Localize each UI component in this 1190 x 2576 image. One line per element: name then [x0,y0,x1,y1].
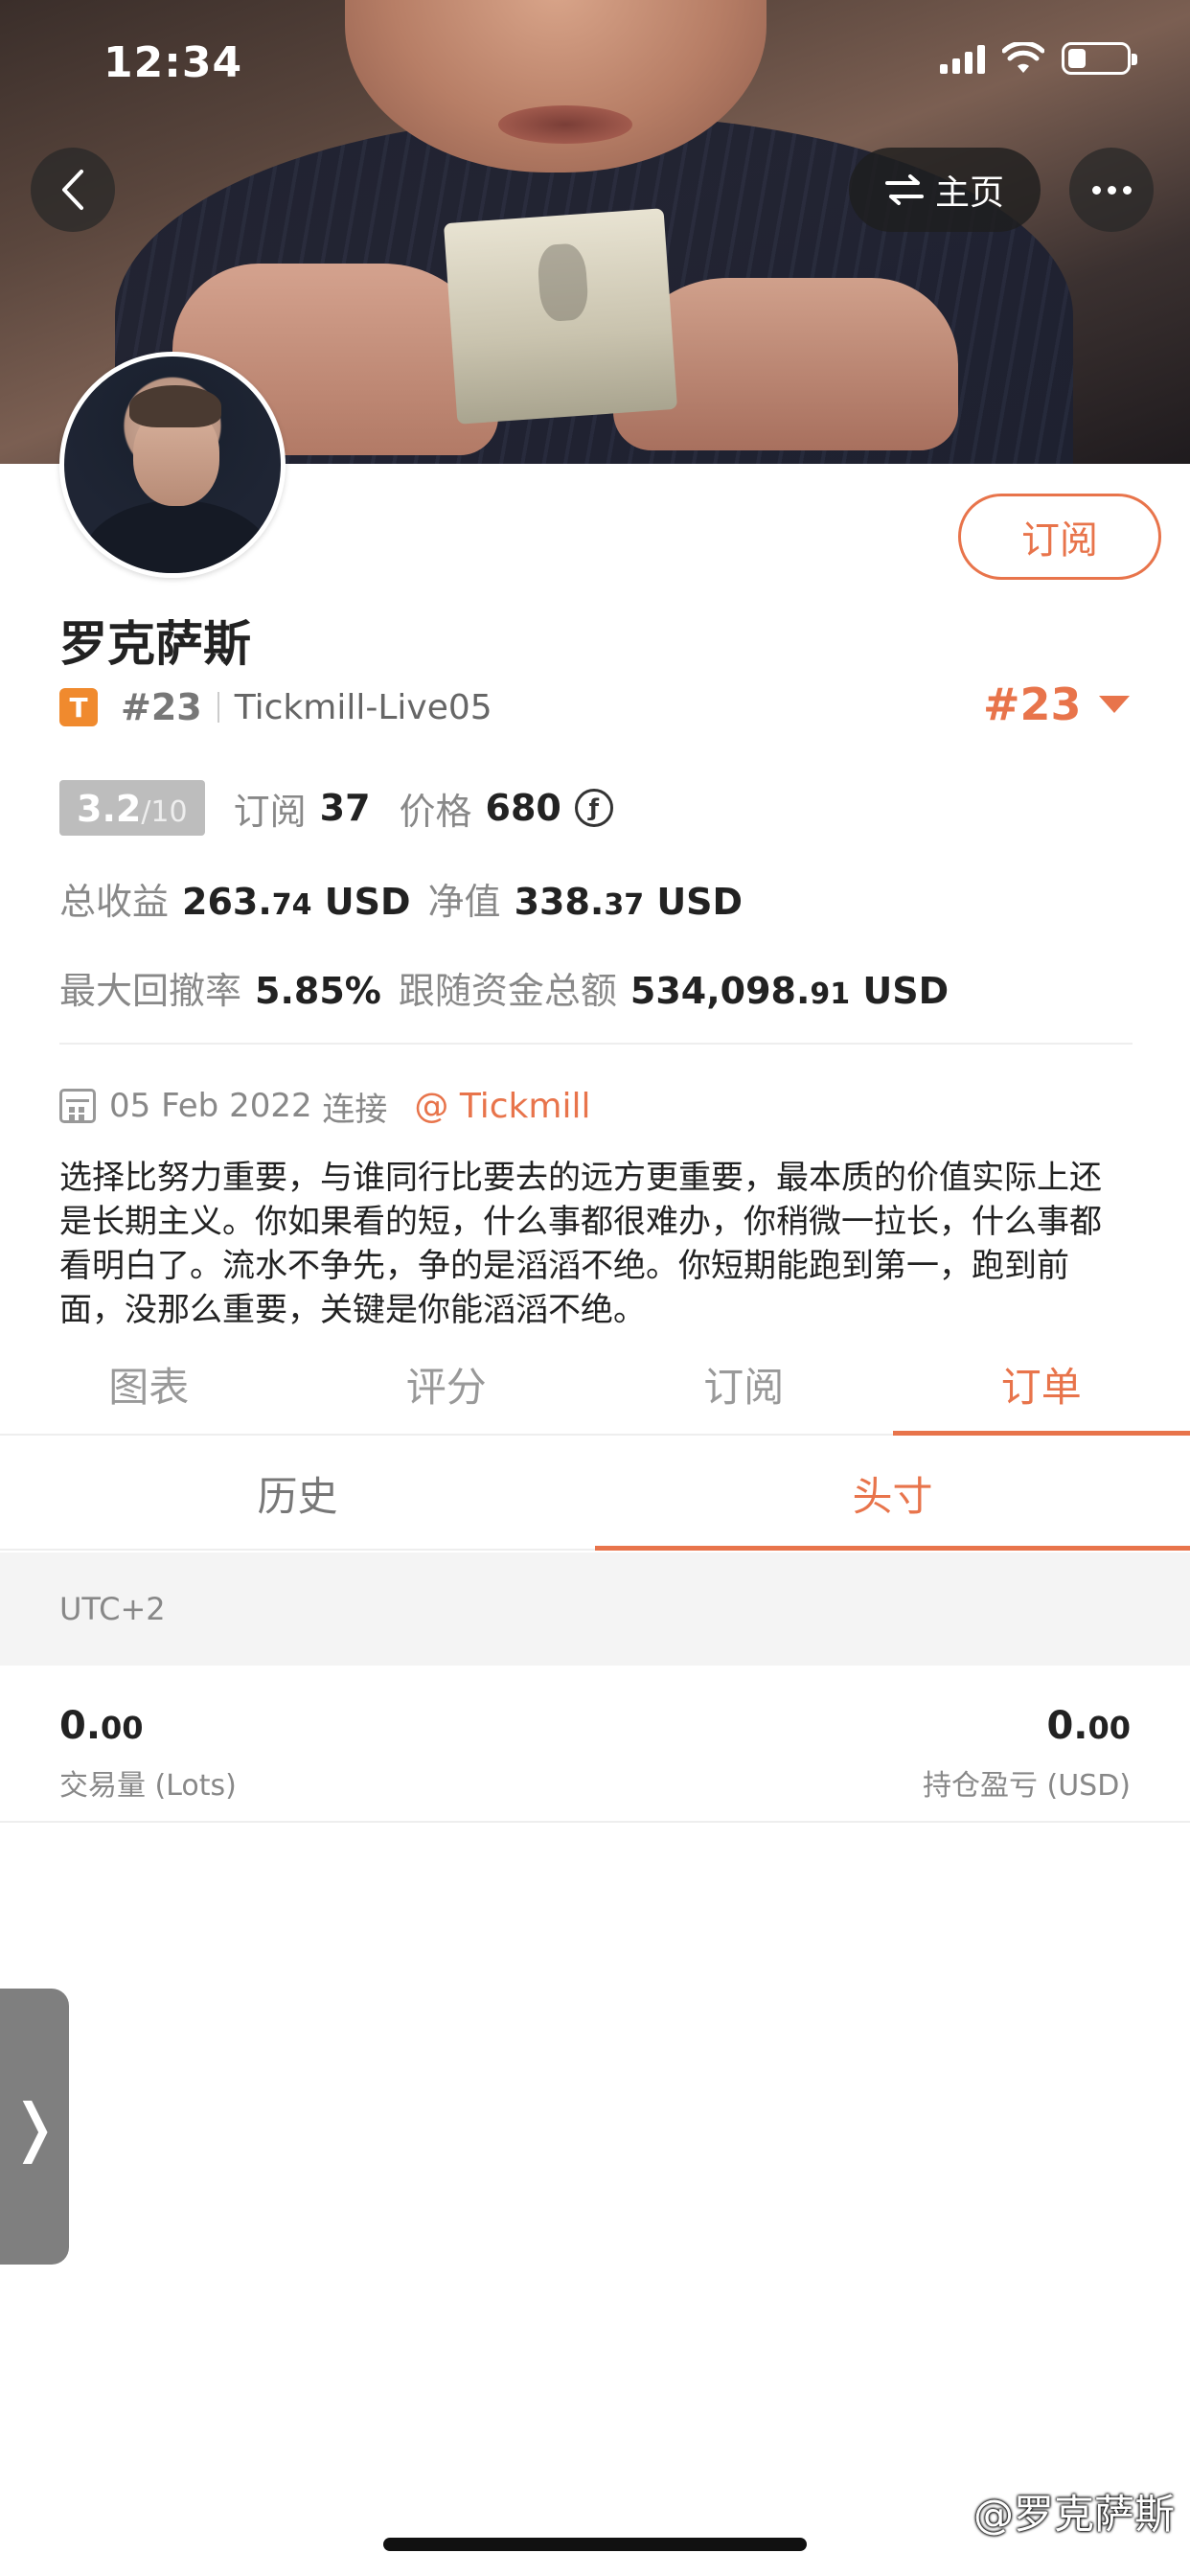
price-label: 价格 [399,790,472,833]
pnl-value: 0.00 [1046,1704,1131,1748]
caret-down-icon [1098,696,1130,713]
account-server: Tickmill-Live05 [234,687,492,727]
tab-chart[interactable]: 图表 [0,1334,298,1434]
broker-link[interactable]: @ Tickmill [414,1087,590,1126]
profile-name: 罗克萨斯 [59,616,251,672]
cover-mouth-shape [498,105,632,144]
avatar[interactable] [59,352,286,578]
subtab-history[interactable]: 历史 [0,1438,595,1549]
home-label: 主页 [934,173,1004,213]
score-denominator: /10 [141,795,188,829]
battery-icon [1062,42,1137,75]
total-profit-value: 263.74 USD [182,881,411,923]
subscribe-button[interactable]: 订阅 [958,494,1161,580]
stats-row-1: 3.2 /10 订阅 37 价格 680 ƒ [59,780,613,836]
back-button[interactable] [31,148,115,232]
score-badge: 3.2 /10 [59,780,205,836]
score-value: 3.2 [77,788,142,830]
tab-subscriptions[interactable]: 订阅 [595,1334,893,1434]
connection-date: 05 Feb 2022 [109,1087,312,1125]
subscribe-count-label: 订阅 [233,790,307,833]
connection-row: 05 Feb 2022 连接 @ Tickmill [59,1083,590,1129]
timezone-label: UTC+2 [59,1591,166,1627]
volume-summary: 0.00 交易量 (Lots) [59,1704,237,1804]
profile-bio: 选择比努力重要，与谁同行比要去的远方更重要，最本质的价值实际上还是长期主义。你如… [59,1159,1102,1329]
net-value: 338.37 USD [514,881,744,923]
status-time: 12:34 [103,38,243,87]
rank-small: #23 [121,686,202,728]
price-value: 680 [485,787,561,829]
max-drawdown-value: 5.85% [255,970,381,1012]
volume-label: 交易量 (Lots) [59,1769,237,1803]
status-icons [940,42,1137,75]
positions-summary: 0.00 交易量 (Lots) 0.00 持仓盈亏 (USD) [0,1666,1190,1823]
net-value-label: 净值 [427,881,501,923]
trader-badge-icon: T [59,688,98,726]
max-drawdown-label: 最大回撤率 [59,970,242,1012]
rank-dropdown[interactable]: #23 [983,678,1130,730]
tab-orders[interactable]: 订单 [892,1334,1190,1436]
coin-icon: ƒ [574,789,613,827]
side-drawer-handle[interactable]: ❭ [0,1989,69,2265]
wifi-icon [1002,42,1044,73]
profile-meta-row: T #23 Tickmill-Live05 [59,684,492,730]
tab-rating[interactable]: 评分 [298,1334,596,1434]
chevron-left-icon [62,170,83,210]
connection-label: 连接 [322,1090,388,1129]
swap-arrows-icon [884,174,924,205]
calendar-icon [59,1089,96,1123]
order-subtabs: 历史 头寸 [0,1438,1190,1551]
more-dots-icon [1091,185,1101,195]
main-tabs: 图表 评分 订阅 订单 [0,1334,1190,1436]
subscribe-count: 37 [319,787,371,829]
meta-divider [217,692,219,723]
rank-large: #23 [983,678,1082,730]
chevron-right-icon: ❭ [8,2089,61,2164]
more-options-button[interactable] [1069,148,1154,232]
switch-home-button[interactable]: 主页 [849,148,1041,232]
home-indicator[interactable] [383,2538,807,2551]
pnl-summary: 0.00 持仓盈亏 (USD) [923,1704,1131,1804]
section-divider [59,1043,1133,1045]
watermark: @罗克萨斯 [973,2482,1175,2541]
cover-banknote [443,208,678,425]
follow-funds-value: 534,098.91 USD [629,970,950,1012]
cellular-signal-icon [940,43,985,74]
stats-row-2: 总收益 263.74 USD 净值 338.37 USD [59,872,743,928]
follow-funds-label: 跟随资金总额 [398,970,617,1012]
subtab-positions[interactable]: 头寸 [595,1438,1190,1551]
total-profit-label: 总收益 [59,881,170,923]
watermark-text: @罗克萨斯 [973,2491,1175,2538]
stats-row-3: 最大回撤率 5.85% 跟随资金总额 534,098.91 USD [59,961,949,1017]
timezone-bar: UTC+2 [0,1552,1190,1666]
volume-value: 0.00 [59,1704,144,1748]
pnl-label: 持仓盈亏 (USD) [922,1769,1131,1803]
